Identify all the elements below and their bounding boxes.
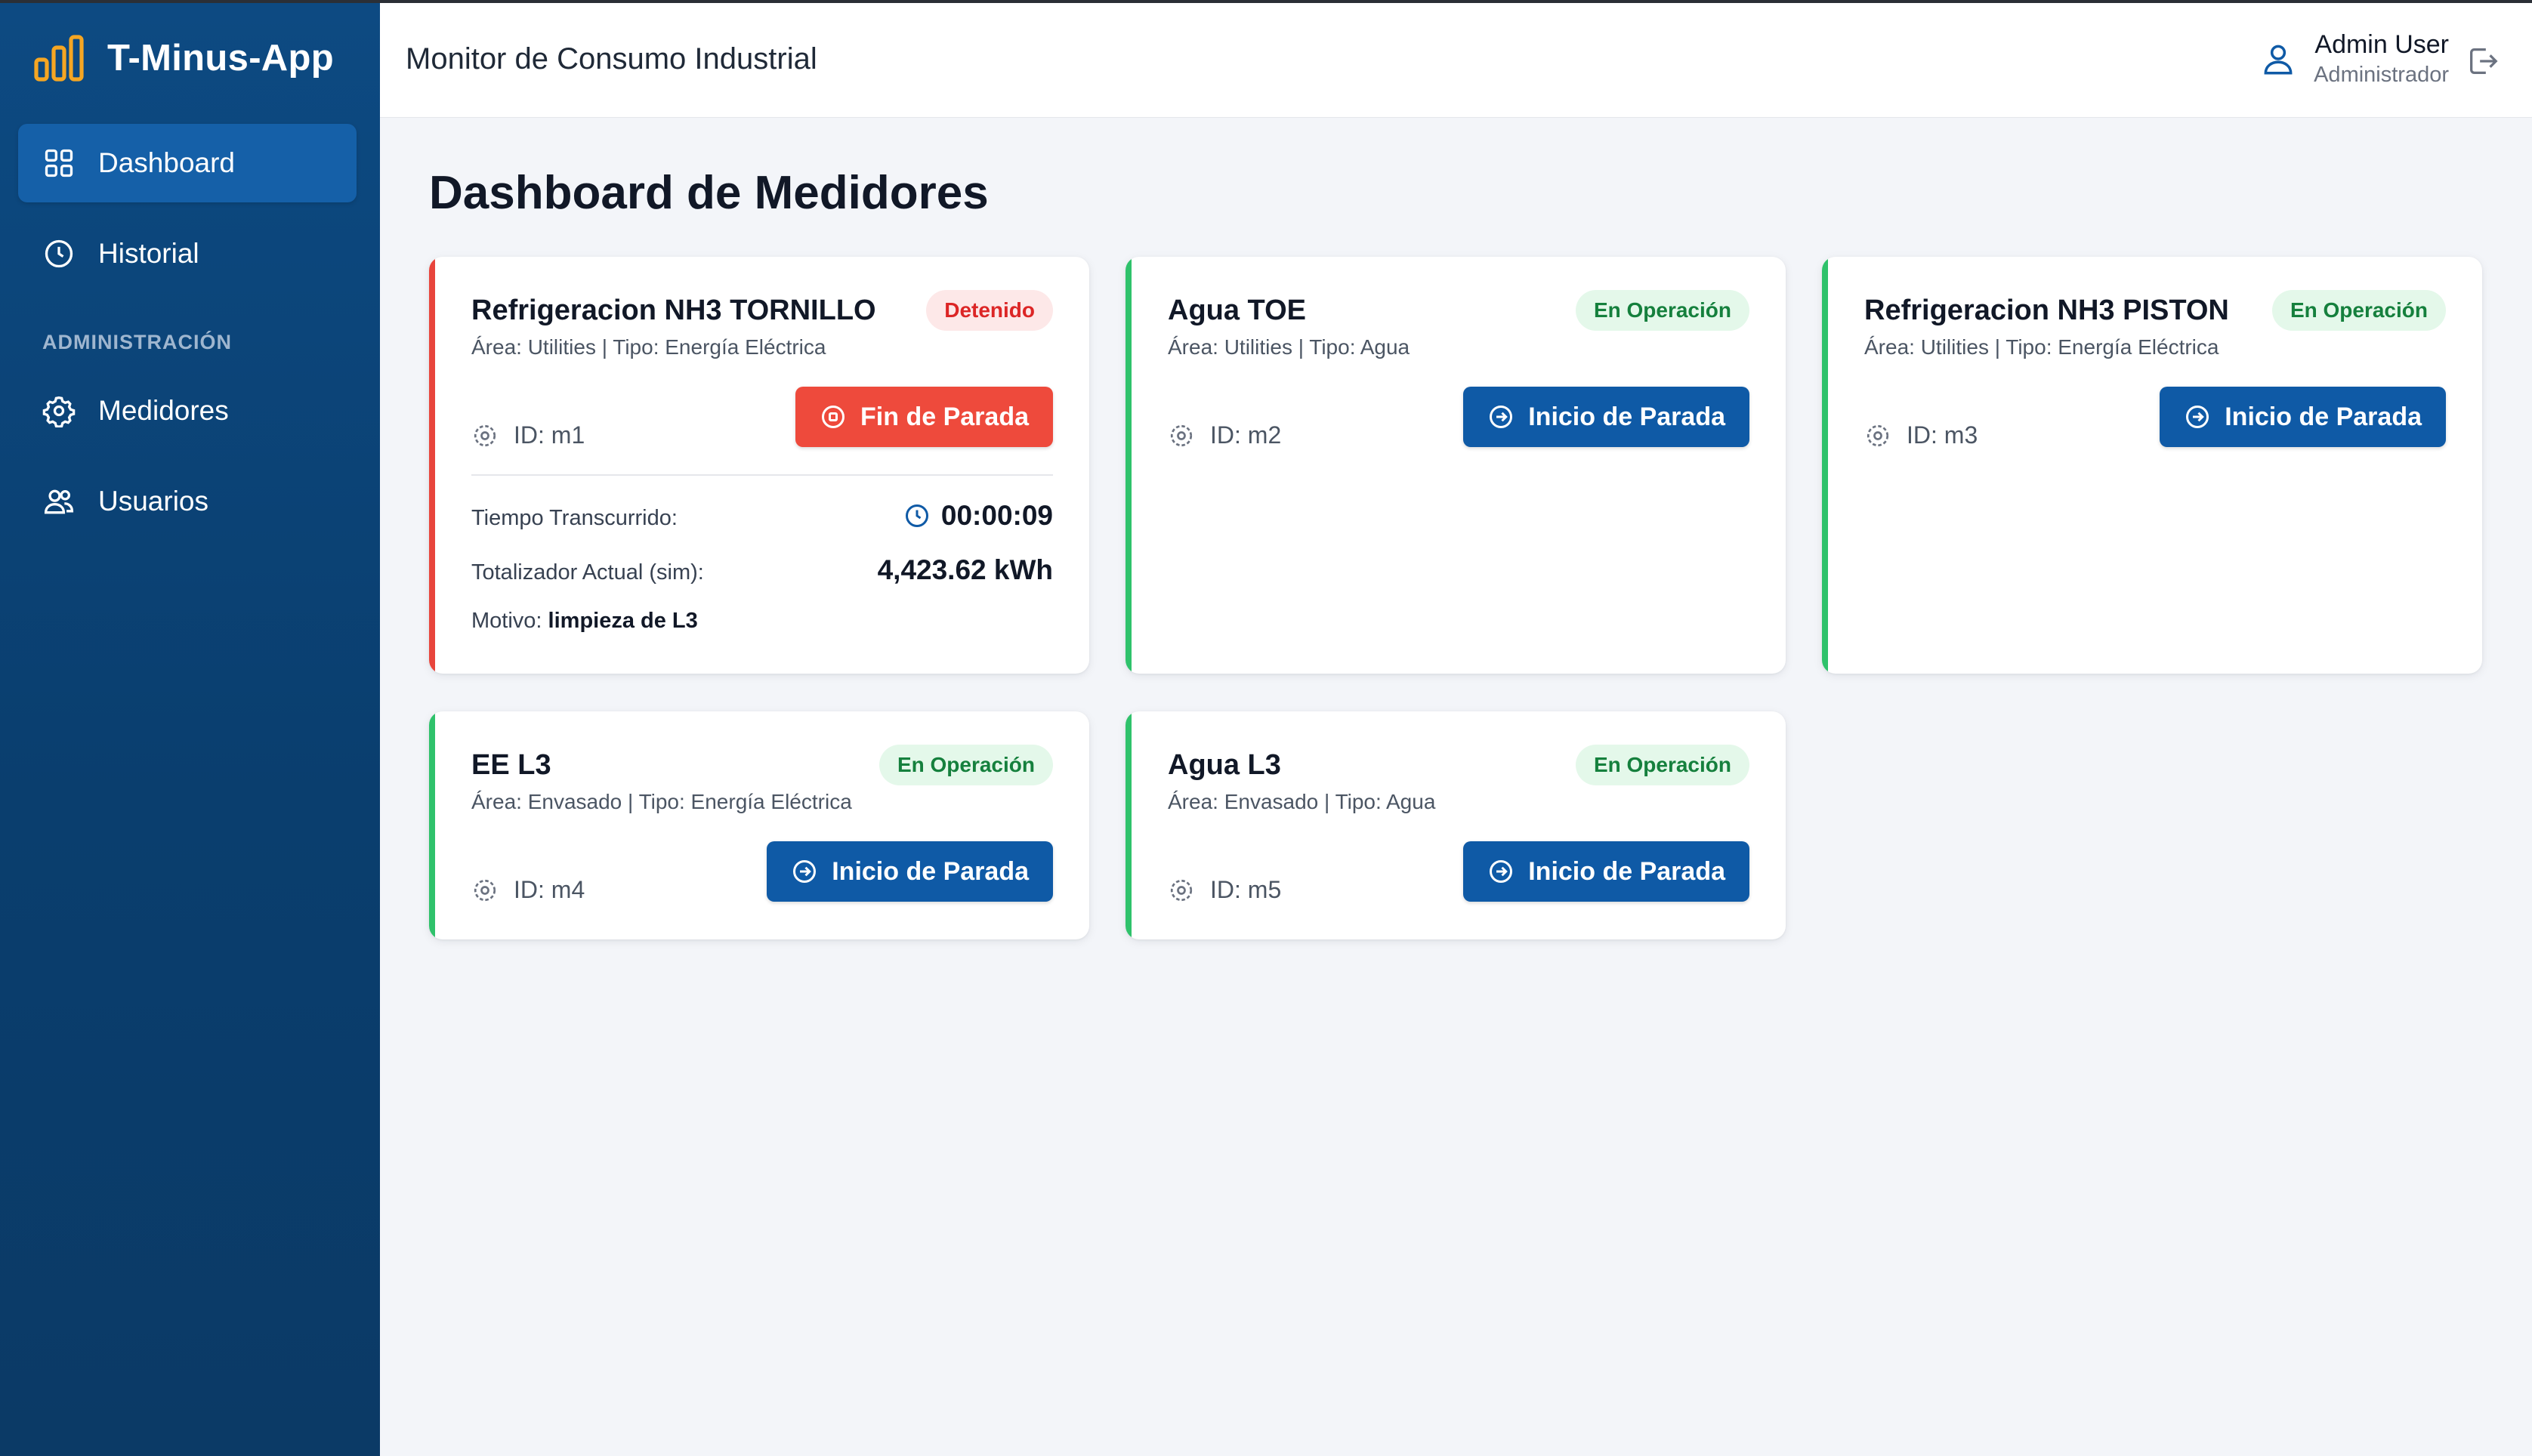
meter-subtitle: Área: Envasado | Tipo: Agua <box>1168 790 1436 813</box>
start-stop-button[interactable]: Inicio de Parada <box>2160 387 2446 447</box>
reason-value: limpieza de L3 <box>548 609 698 633</box>
meter-title: Refrigeracion NH3 TORNILLO <box>471 295 876 326</box>
page-title: Dashboard de Medidores <box>429 167 989 219</box>
sidebar: T-Minus-App Dashboard Historial ADMINIST… <box>0 0 380 1456</box>
clock-icon <box>905 504 928 527</box>
start-stop-button[interactable]: Inicio de Parada <box>1463 387 1749 447</box>
elapsed-label: Tiempo Transcurrido: <box>471 506 678 530</box>
meter-id: ID: m1 <box>514 421 585 449</box>
meter-id: ID: m3 <box>1907 421 1978 449</box>
gear-icon <box>1170 879 1193 901</box>
start-stop-button[interactable]: Inicio de Parada <box>1463 841 1749 902</box>
button-label: Inicio de Parada <box>832 856 1029 886</box>
stop-circle-icon <box>822 406 845 428</box>
grid-icon <box>45 149 73 177</box>
window-top-strip <box>0 0 2532 3</box>
status-badge: Detenido <box>926 290 1053 331</box>
arrow-right-circle-icon <box>1490 406 1513 428</box>
users-icon <box>44 489 74 514</box>
sidebar-section-label: ADMINISTRACIÓN <box>42 331 232 353</box>
meter-id-row: ID: m1 <box>471 421 585 449</box>
meter-id-row: ID: m4 <box>471 876 585 904</box>
meter-card: Agua L3 En Operación Área: Envasado | Ti… <box>1126 711 1786 939</box>
sidebar-item-medidores[interactable]: Medidores <box>18 372 357 450</box>
button-label: Fin de Parada <box>860 402 1029 431</box>
user-info[interactable]: Admin User Administrador <box>2259 29 2449 89</box>
sidebar-item-usuarios[interactable]: Usuarios <box>18 462 357 541</box>
elapsed-time: 00:00:09 <box>940 500 1053 531</box>
meter-card: Refrigeracion NH3 TORNILLO Detenido Área… <box>429 257 1089 674</box>
meter-id-row: ID: m2 <box>1168 421 1281 449</box>
reason-label: Motivo: <box>471 609 542 633</box>
status-badge: En Operación <box>1575 290 1749 331</box>
divider <box>471 474 1053 476</box>
logout-icon[interactable] <box>2466 44 2500 79</box>
meter-id-row: ID: m5 <box>1168 876 1281 904</box>
meter-title: Agua L3 <box>1168 749 1281 781</box>
arrow-right-circle-icon <box>1490 860 1513 883</box>
app-root: T-Minus-App Dashboard Historial ADMINIST… <box>0 0 2532 1456</box>
sidebar-item-label: Usuarios <box>98 486 208 517</box>
arrow-right-circle-icon <box>2186 406 2209 428</box>
status-badge: En Operación <box>878 745 1053 785</box>
clock-icon <box>45 239 73 268</box>
status-badge: En Operación <box>2271 290 2446 331</box>
sidebar-item-label: Historial <box>98 238 199 269</box>
sidebar-item-label: Dashboard <box>98 147 236 178</box>
button-label: Inicio de Parada <box>1528 402 1725 431</box>
meter-id: ID: m5 <box>1210 876 1282 903</box>
end-stop-button[interactable]: Fin de Parada <box>795 387 1053 447</box>
elapsed-value: 00:00:09 <box>903 500 1053 532</box>
button-label: Inicio de Parada <box>2225 402 2422 431</box>
meter-subtitle: Área: Utilities | Tipo: Energía Eléctric… <box>1864 335 2219 359</box>
meter-id: ID: m4 <box>514 876 585 903</box>
bar-chart-logo-icon <box>34 35 84 82</box>
gear-icon <box>474 879 496 901</box>
gear-icon <box>1867 424 1889 446</box>
button-label: Inicio de Parada <box>1528 856 1725 886</box>
start-stop-button[interactable]: Inicio de Parada <box>767 841 1053 902</box>
status-badge: En Operación <box>1575 745 1749 785</box>
meter-subtitle: Área: Utilities | Tipo: Agua <box>1168 335 1410 359</box>
meter-card: Agua TOE En Operación Área: Utilities | … <box>1126 257 1786 674</box>
meter-card: EE L3 En Operación Área: Envasado | Tipo… <box>429 711 1089 939</box>
meter-subtitle: Área: Envasado | Tipo: Energía Eléctrica <box>471 790 852 813</box>
meter-subtitle: Área: Utilities | Tipo: Energía Eléctric… <box>471 335 826 359</box>
gear-icon <box>1170 424 1193 446</box>
sidebar-item-label: Medidores <box>98 395 229 426</box>
total-label: Totalizador Actual (sim): <box>471 560 704 585</box>
meter-title: Refrigeracion NH3 PISTON <box>1864 295 2229 326</box>
app-name: T-Minus-App <box>107 38 334 79</box>
gear-icon <box>474 424 496 446</box>
sidebar-item-dashboard[interactable]: Dashboard <box>18 124 357 202</box>
sidebar-item-historial[interactable]: Historial <box>18 214 357 293</box>
user-role: Administrador <box>2314 63 2449 87</box>
meter-title: EE L3 <box>471 749 551 781</box>
top-header: Monitor de Consumo Industrial Admin User… <box>380 3 2532 118</box>
meter-card: Refrigeracion NH3 PISTON En Operación Ár… <box>1822 257 2482 674</box>
user-name: Admin User <box>2314 30 2449 59</box>
meter-id-row: ID: m3 <box>1864 421 1978 449</box>
arrow-right-circle-icon <box>793 860 817 883</box>
user-icon <box>2264 45 2293 75</box>
total-value: 4,423.62 kWh <box>877 554 1053 585</box>
meter-id: ID: m2 <box>1210 421 1282 449</box>
brand[interactable]: T-Minus-App <box>33 30 334 86</box>
meter-title: Agua TOE <box>1168 295 1306 326</box>
header-title: Monitor de Consumo Industrial <box>406 42 817 76</box>
reason-row: Motivo: limpieza de L3 <box>471 609 698 634</box>
gear-icon <box>42 396 76 427</box>
